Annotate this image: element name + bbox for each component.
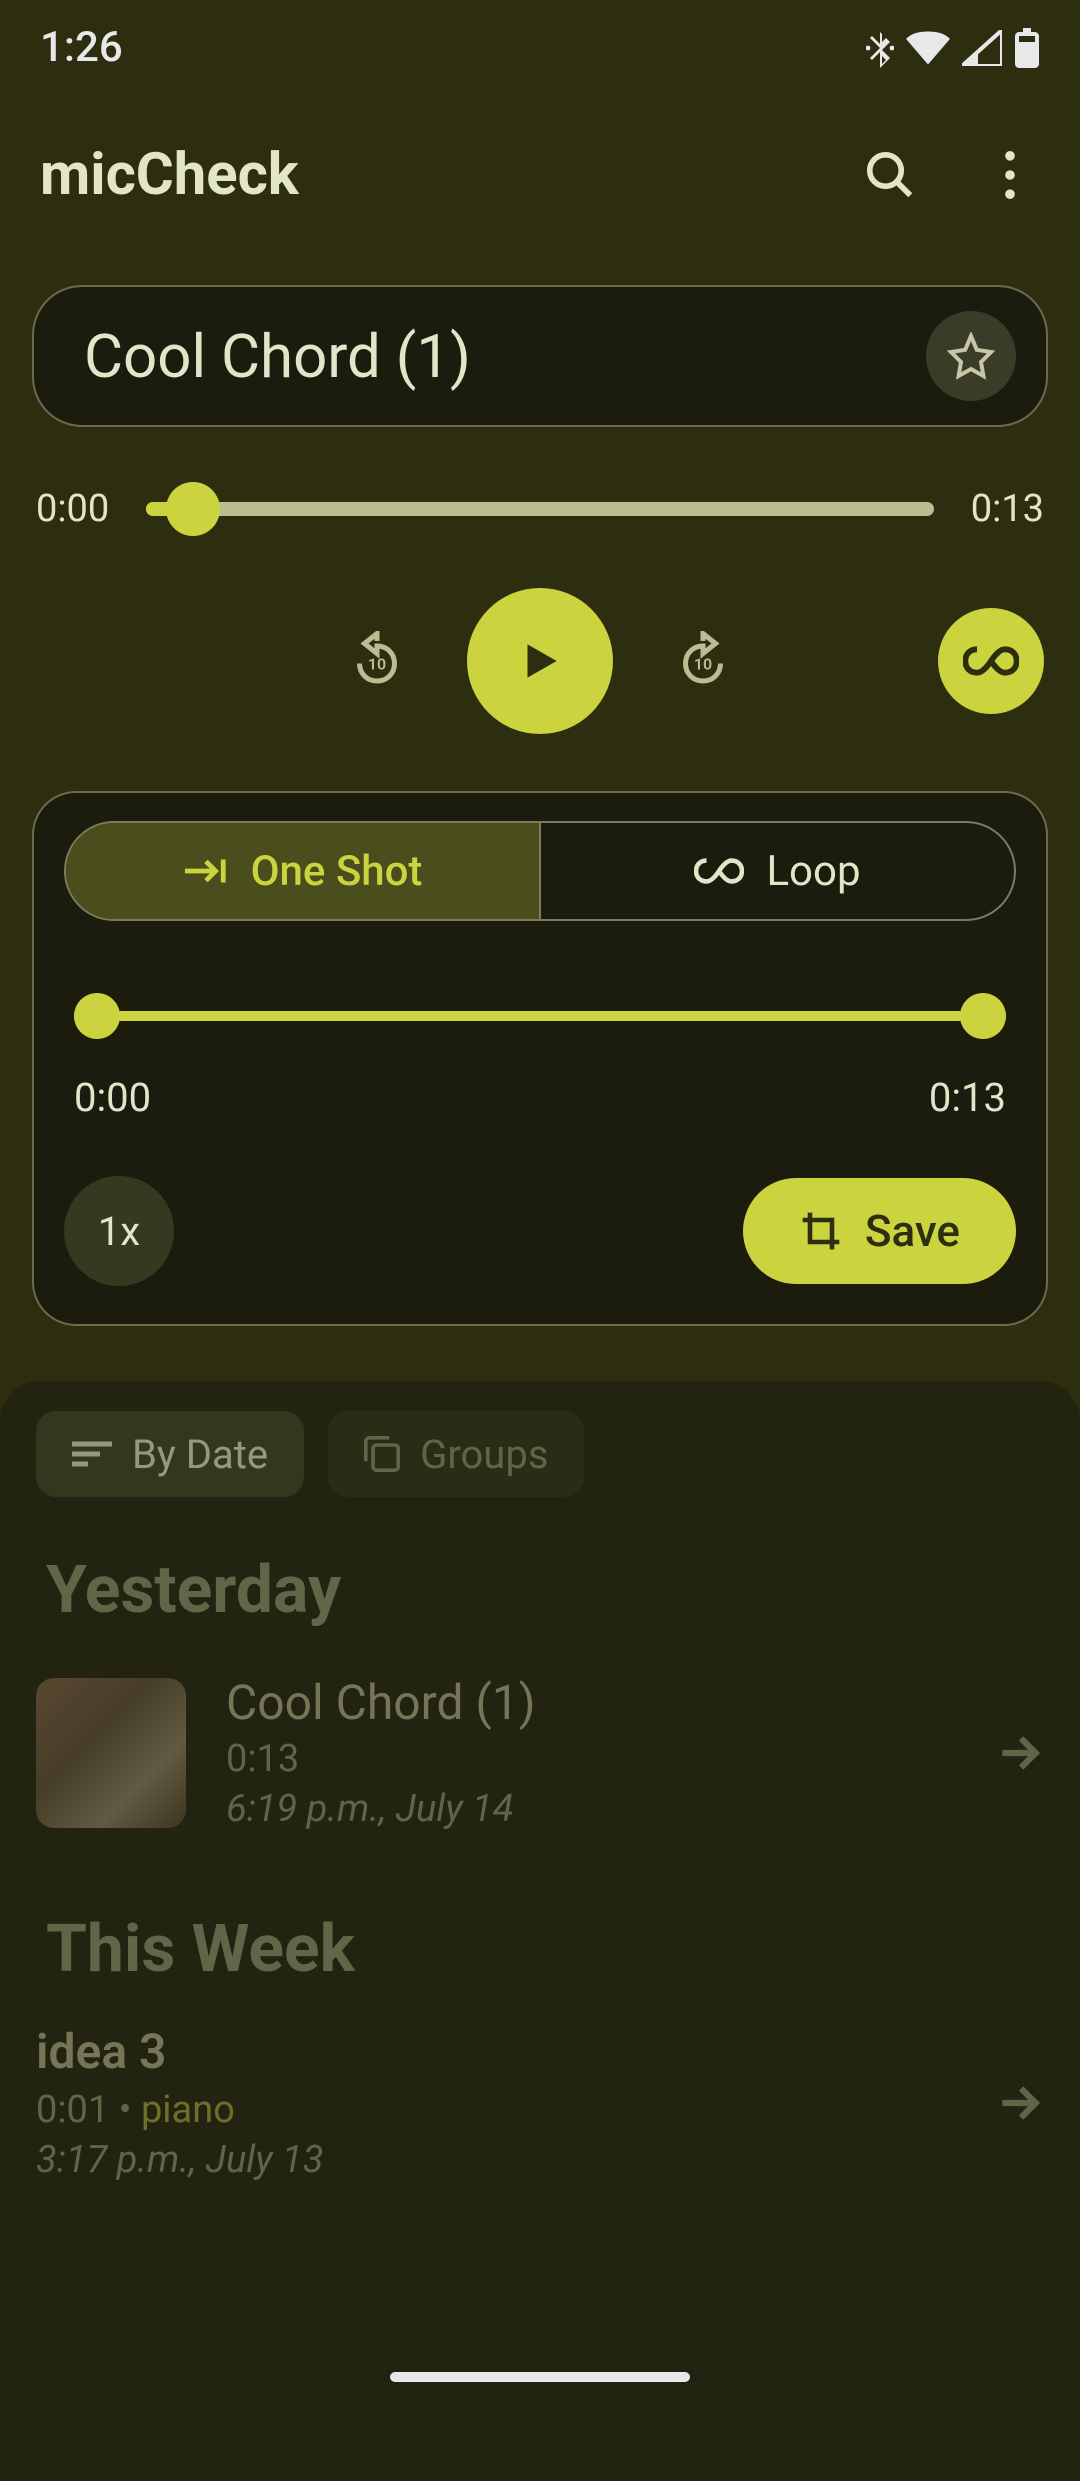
playback-mode-toggle: One Shot Loop [64,821,1016,921]
loop-label: Loop [766,847,860,896]
star-outline-icon [947,332,995,380]
status-icons [866,28,1040,68]
sort-icon [72,1440,112,1468]
chevron-right-icon [994,2078,1044,2128]
play-controls: 10 10 [36,586,1044,736]
range-end: 0:13 [929,1074,1006,1121]
save-label: Save [865,1205,960,1257]
loop-toggle-button[interactable] [938,608,1044,714]
search-button[interactable] [860,145,920,205]
by-date-label: By Date [132,1431,268,1478]
rewind-10-button[interactable]: 10 [342,626,412,696]
recording-duration: 0:13 [226,1737,954,1781]
infinity-icon [963,646,1019,676]
more-button[interactable] [980,145,1040,205]
seek-slider[interactable] [146,502,934,516]
chevron-right-icon [994,1728,1044,1778]
recording-title: Cool Chord (1) [226,1674,954,1731]
track-title[interactable]: Cool Chord (1) [84,321,926,392]
recording-item[interactable]: Cool Chord (1) 0:13 6:19 p.m., July 14 [36,1674,1044,1831]
signal-icon [962,30,1002,66]
bluetooth-icon [866,28,894,68]
battery-icon [1014,28,1040,68]
recording-item[interactable]: idea 3 0:01 • piano 3:17 p.m., July 13 [36,2023,1044,2182]
one-shot-label: One Shot [251,847,423,896]
search-icon [863,148,917,202]
play-icon [515,636,565,686]
status-bar: 1:26 [0,0,1080,95]
section-header-this-week: This Week [46,1911,1034,1988]
app-bar: micCheck [0,95,1080,255]
forward-10-button[interactable]: 10 [668,626,738,696]
groups-chip[interactable]: Groups [328,1411,584,1497]
recording-title: idea 3 [36,2023,994,2080]
crop-icon [799,1209,843,1253]
loop-tab[interactable]: Loop [541,823,1014,919]
recording-thumbnail [36,1678,186,1828]
wifi-icon [906,30,950,66]
playback-progress: 0:00 0:13 [36,487,1044,531]
infinity-icon [694,858,744,884]
loop-editor-panel: One Shot Loop 0:00 0:13 1x Save [32,791,1048,1326]
groups-label: Groups [420,1431,548,1478]
library-icon [364,1436,400,1472]
app-title: micCheck [40,141,860,209]
one-shot-tab[interactable]: One Shot [66,823,539,919]
total-time: 0:13 [964,487,1044,531]
play-button[interactable] [467,588,613,734]
section-header-yesterday: Yesterday [46,1552,1034,1629]
track-title-card: Cool Chord (1) [32,285,1048,427]
favorite-button[interactable] [926,311,1016,401]
recordings-list: By Date Groups Yesterday Cool Chord (1) … [0,1381,1080,2481]
sort-by-date-chip[interactable]: By Date [36,1411,304,1497]
trim-range-slider[interactable] [74,996,1006,1036]
range-start: 0:00 [74,1074,151,1121]
more-vert-icon [1004,151,1016,199]
navigation-handle[interactable] [390,2372,690,2382]
recording-meta: 0:01 • piano [36,2088,994,2132]
recording-date: 3:17 p.m., July 13 [36,2138,994,2182]
arrow-bar-icon [183,856,229,886]
speed-label: 1x [98,1208,140,1255]
status-time: 1:26 [40,23,123,72]
current-time: 0:00 [36,487,116,531]
save-button[interactable]: Save [743,1178,1016,1284]
playback-speed-button[interactable]: 1x [64,1176,174,1286]
recording-date: 6:19 p.m., July 14 [226,1787,954,1831]
